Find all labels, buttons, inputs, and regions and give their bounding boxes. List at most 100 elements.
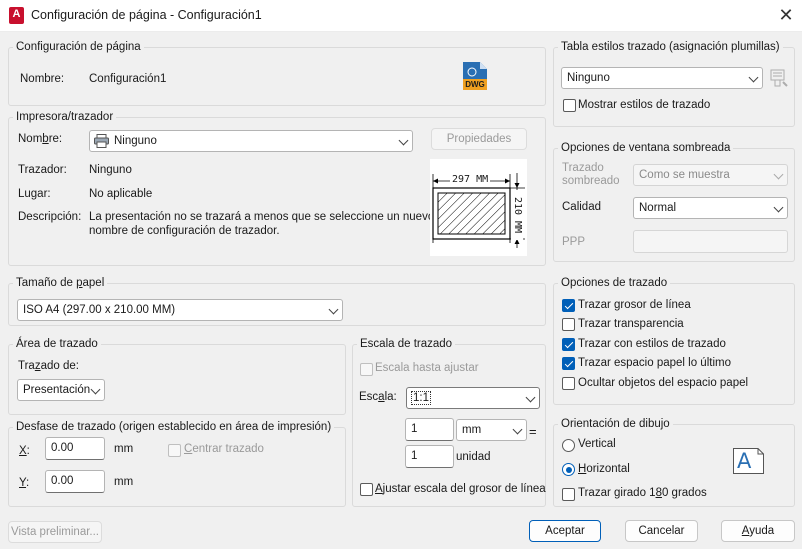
orientation-group-title: Orientación de dibujo: [558, 418, 673, 430]
display-plot-styles-label: Mostrar estilos de trazado: [578, 99, 711, 111]
location-label: Lugar:: [18, 188, 51, 200]
display-plot-styles-checkbox[interactable]: [563, 99, 576, 112]
scale-equals-sign: =: [529, 424, 537, 439]
hide-paperspace-objects-label: Ocultar objetos del espacio papel: [578, 377, 749, 389]
plot-what-select[interactable]: Presentación: [17, 379, 105, 401]
shade-plot-label-line-1: Trazado: [562, 162, 604, 174]
landscape-label: Horizontal: [578, 463, 630, 475]
paper-size-value: ISO A4 (297.00 x 210.00 MM): [23, 304, 176, 316]
plotter-name-label: Nombre:: [18, 133, 63, 145]
plotter-group-title: Impresora/trazador: [13, 111, 117, 123]
quality-value: Normal: [639, 202, 677, 214]
plot-lineweights-checkbox[interactable]: [562, 299, 575, 312]
plot-with-styles-label: Trazar con estilos de trazado: [578, 338, 726, 350]
dpi-label: PPP: [562, 236, 586, 248]
scale-unit-select[interactable]: mm: [456, 419, 527, 441]
shade-plot-select[interactable]: Como se muestra: [633, 164, 788, 186]
plot-style-table-value: Ninguno: [567, 72, 610, 84]
close-button[interactable]: ✕: [772, 4, 800, 28]
chevron-down-icon: [773, 169, 784, 180]
chevron-down-icon: [525, 392, 536, 403]
page-setup-name-value: Configuración1: [89, 73, 167, 85]
scale-value: 1:1: [411, 391, 431, 405]
scale-unit-value: mm: [462, 424, 482, 436]
plotter-name-select[interactable]: Ninguno: [89, 130, 413, 152]
preview-width-label: 297 MM: [450, 174, 491, 186]
landscape-orientation-icon: A: [733, 448, 764, 474]
portrait-label: Vertical: [578, 438, 616, 450]
preview-button[interactable]: Vista preliminar...: [8, 521, 102, 543]
dpi-input[interactable]: [633, 230, 788, 253]
help-button[interactable]: Ayuda: [721, 520, 795, 542]
description-line-1: La presentación no se trazará a menos qu…: [89, 211, 435, 223]
location-value: No aplicable: [89, 188, 153, 200]
page-setup-group-title: Configuración de página: [13, 41, 144, 53]
fit-to-paper-checkbox[interactable]: [360, 363, 373, 376]
landscape-radio[interactable]: [562, 463, 575, 476]
offset-x-label: X:: [19, 445, 30, 457]
properties-button[interactable]: Propiedades: [431, 128, 527, 150]
plot-style-table-select[interactable]: Ninguno: [561, 67, 763, 89]
chevron-down-icon: [328, 304, 339, 315]
offset-y-label: Y:: [19, 477, 30, 489]
plot-transparency-label: Trazar transparencia: [578, 318, 684, 330]
ok-button[interactable]: Aceptar: [529, 520, 601, 542]
plot-lineweights-label: Trazar grosor de línea: [578, 299, 691, 311]
quality-select[interactable]: Normal: [633, 197, 788, 219]
plot-scale-group-title: Escala de trazado: [357, 338, 456, 350]
portrait-radio[interactable]: [562, 439, 575, 452]
hide-paperspace-objects-checkbox[interactable]: [562, 377, 575, 390]
scale-lineweights-checkbox[interactable]: [360, 483, 373, 496]
chevron-down-icon: [90, 384, 101, 395]
offset-y-unit: mm: [114, 476, 134, 488]
paper-size-group-title: Tamaño de papel: [13, 277, 108, 289]
plot-paperspace-last-label: Trazar espacio papel lo último: [578, 357, 731, 369]
plot-area-group-title: Área de trazado: [13, 338, 101, 350]
offset-x-unit: mm: [114, 443, 134, 455]
plot-with-styles-checkbox[interactable]: [562, 338, 575, 351]
description-line-2: nombre de configuración de trazador.: [89, 225, 280, 237]
offset-y-input[interactable]: 0.00: [45, 470, 105, 493]
scale-value-2-input[interactable]: 1: [405, 445, 454, 468]
center-plot-checkbox[interactable]: [168, 444, 181, 457]
cancel-button[interactable]: Cancelar: [625, 520, 698, 542]
title-bar: A Configuración de página - Configuració…: [0, 0, 802, 32]
shade-plot-value: Como se muestra: [639, 169, 730, 181]
dwg-icon-label: DWG: [465, 80, 485, 89]
plot-upside-down-label: Trazar girado 180 grados: [578, 487, 707, 499]
plot-paperspace-last-checkbox[interactable]: [562, 357, 575, 370]
plot-upside-down-checkbox[interactable]: [562, 488, 575, 501]
chevron-down-icon: [748, 72, 759, 83]
plot-style-table-group-title: Tabla estilos trazado (asignación plumil…: [558, 41, 783, 53]
description-label: Descripción:: [18, 211, 82, 223]
scale-value-1-input[interactable]: 1: [405, 418, 454, 441]
plot-options-group-title: Opciones de trazado: [558, 277, 671, 289]
autocad-app-icon: A: [9, 7, 24, 24]
plot-transparency-checkbox[interactable]: [562, 318, 575, 331]
center-plot-label: Centrar trazado: [184, 443, 264, 455]
edit-plot-style-icon[interactable]: [769, 68, 789, 88]
shaded-viewport-group-title: Opciones de ventana sombreada: [558, 142, 734, 154]
quality-label: Calidad: [562, 201, 601, 213]
printer-icon: [94, 134, 109, 151]
paper-preview: 297 MM 210 MM: [430, 159, 527, 256]
scale-unit-label: unidad: [456, 451, 491, 463]
paper-size-select[interactable]: ISO A4 (297.00 x 210.00 MM): [17, 299, 343, 321]
plotter-value: Ninguno: [89, 164, 132, 176]
plot-offset-group-title: Desfase de trazado (origen establecido e…: [13, 421, 335, 433]
shade-plot-label-line-2: sombreado: [562, 175, 620, 187]
dwg-file-icon: DWG: [462, 61, 488, 91]
plotter-name-value: Ninguno: [114, 135, 157, 147]
offset-x-input[interactable]: 0.00: [45, 437, 105, 460]
scale-select[interactable]: 1:1: [406, 387, 540, 409]
scale-label: Escala:: [359, 391, 397, 403]
fit-to-paper-label: Escala hasta ajustar: [375, 362, 479, 374]
orientation-icon-letter: A: [737, 449, 752, 473]
chevron-down-icon: [773, 202, 784, 213]
chevron-down-icon: [398, 135, 409, 146]
plot-what-label: Trazado de:: [18, 360, 79, 372]
scale-lineweights-label: Ajustar escala del grosor de línea: [375, 483, 546, 495]
preview-height-label: 210 MM: [511, 190, 523, 240]
plotter-label: Trazador:: [18, 164, 67, 176]
chevron-down-icon: [512, 424, 523, 435]
